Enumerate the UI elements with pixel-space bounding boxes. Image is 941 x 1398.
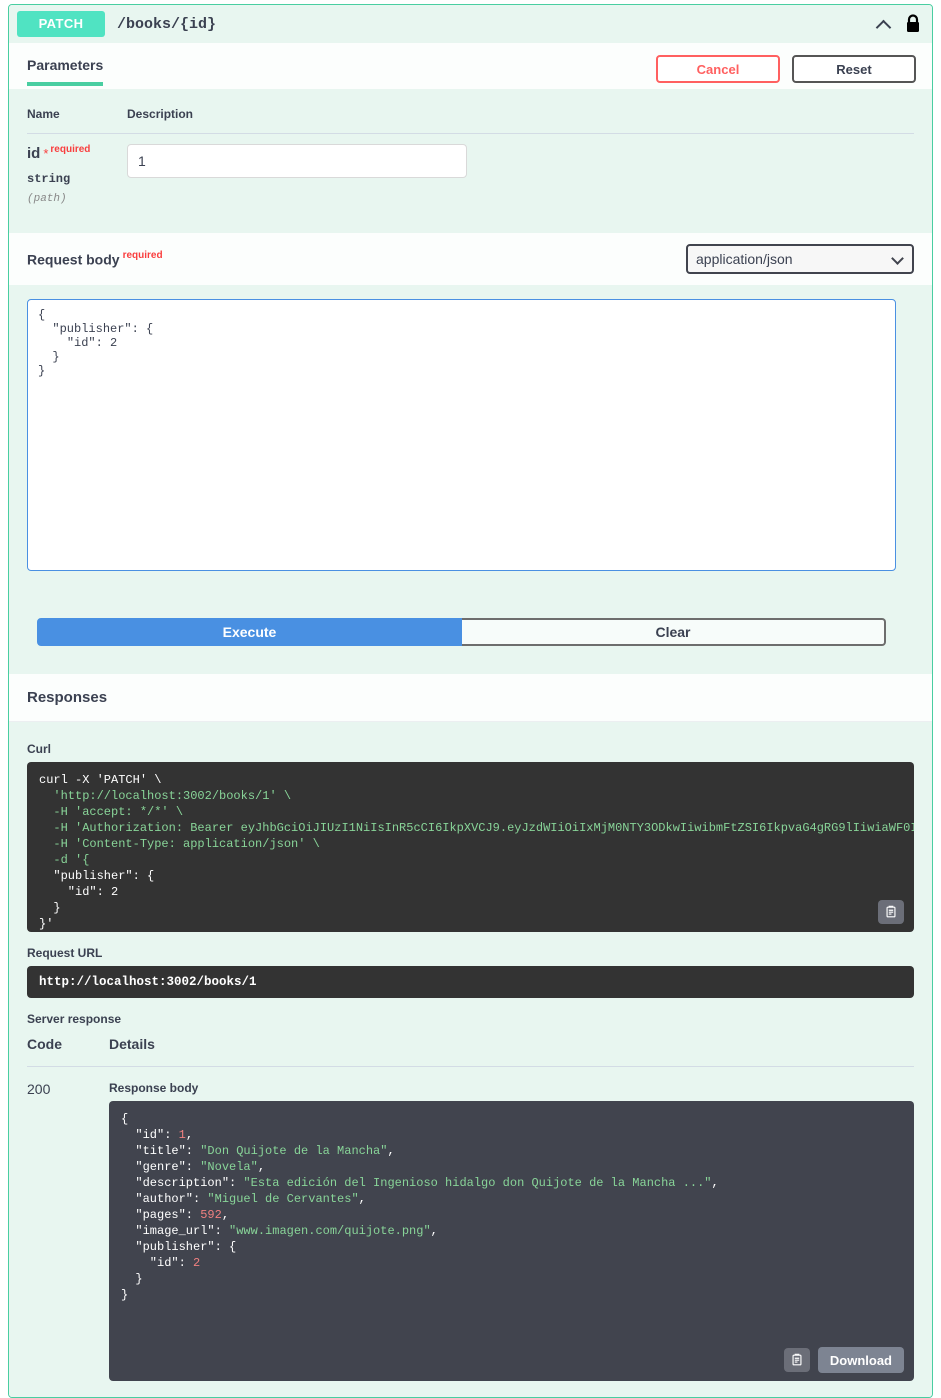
table-row: id * required string (path): [27, 134, 914, 224]
column-header-details: Details: [109, 1036, 914, 1068]
response-body-line: {: [121, 1112, 129, 1127]
response-actions: Download: [783, 1347, 904, 1374]
execute-row: Execute Clear: [9, 576, 932, 675]
required-label: required: [50, 144, 91, 155]
curl-code-block: curl -X 'PATCH' \ 'http://localhost:3002…: [27, 762, 914, 933]
parameter-location: (path): [27, 193, 67, 206]
response-body-line: "publisher": {: [121, 1240, 237, 1255]
clear-button[interactable]: Clear: [462, 618, 886, 647]
http-method-badge: PATCH: [17, 11, 105, 37]
curl-line: -H 'Authorization: Bearer eyJhbGciOiJIUz…: [53, 821, 914, 836]
server-response-table: Code Details 200 Response body { "id": 1…: [27, 1036, 914, 1382]
response-body-line: }: [121, 1288, 129, 1303]
column-header-code: Code: [27, 1036, 109, 1068]
tab-parameters[interactable]: Parameters: [27, 57, 104, 86]
lock-icon[interactable]: [904, 13, 922, 35]
reset-button[interactable]: Reset: [792, 55, 916, 83]
responses-title-bar: Responses: [9, 674, 932, 723]
curl-line: "publisher": {: [39, 869, 155, 884]
curl-line: "id": 2: [39, 885, 119, 900]
curl-label: Curl: [27, 742, 51, 757]
responses-title: Responses: [27, 689, 108, 707]
header-buttons: Cancel Reset: [656, 55, 916, 83]
operation-path: /books/{id}: [117, 15, 217, 33]
parameter-name-cell: id * required string (path): [27, 134, 127, 224]
parameters-header-row: Name Description: [27, 107, 914, 134]
copy-response-button[interactable]: [783, 1348, 810, 1373]
curl-line: }: [39, 901, 61, 916]
parameter-type: string: [27, 172, 71, 187]
curl-line: -H 'accept: */*' \: [39, 805, 184, 820]
response-body-label: Response body: [109, 1081, 199, 1096]
response-body-line: "id": 2: [121, 1256, 201, 1271]
request-body-bar: Request body required application/json: [9, 233, 932, 286]
download-button[interactable]: Download: [817, 1347, 904, 1374]
request-body-required-label: required: [122, 249, 163, 261]
response-body-line: "description": "Esta edición del Ingenio…: [121, 1176, 719, 1191]
operation-summary-header[interactable]: PATCH /books/{id}: [9, 5, 932, 43]
status-code: 200: [27, 1081, 51, 1098]
column-header-description: Description: [127, 107, 914, 134]
parameter-name: id: [27, 145, 41, 163]
request-url-value: http://localhost:3002/books/1: [27, 966, 914, 999]
parameters-section: Name Description id * required string (pat…: [9, 89, 932, 234]
response-body-line: "author": "Miguel de Cervantes",: [121, 1192, 366, 1207]
curl-line: -d '{: [39, 853, 90, 868]
response-details-cell: Response body { "id": 1, "title": "Don Q…: [109, 1067, 914, 1382]
responses-body: Curl curl -X 'PATCH' \ 'http://localhost…: [9, 722, 932, 1398]
response-body-line: "image_url": "www.imagen.com/quijote.png…: [121, 1224, 438, 1239]
execute-button[interactable]: Execute: [37, 618, 462, 647]
request-body-label-group: Request body required: [27, 250, 163, 269]
curl-line: 'http://localhost:3002/books/1' \: [39, 789, 292, 804]
parameter-id-input[interactable]: [127, 144, 467, 178]
required-star: *: [43, 146, 49, 162]
server-response-label: Server response: [27, 1012, 122, 1027]
response-body-line: "title": "Don Quijote de la Mancha",: [121, 1144, 395, 1159]
chevron-up-icon[interactable]: [874, 13, 896, 35]
column-header-name: Name: [27, 107, 127, 134]
response-code-cell: 200: [27, 1067, 109, 1382]
operation-tab-row: Parameters Cancel Reset: [9, 43, 932, 89]
response-header-row: Code Details: [27, 1036, 914, 1068]
operation-block-patch-books-id: PATCH /books/{id} Parameters Cancel Rese…: [8, 4, 933, 1398]
cancel-button[interactable]: Cancel: [656, 55, 780, 83]
content-type-select-wrap: application/json: [686, 244, 914, 275]
response-body-line: }: [121, 1272, 143, 1287]
request-body-label: Request body: [27, 250, 120, 267]
copy-curl-button[interactable]: [878, 900, 904, 925]
parameter-value-cell: [127, 134, 914, 224]
parameters-table: Name Description id * required string (pat…: [27, 107, 914, 223]
request-body-editor-area: { "publisher": { "id": 2 } }: [9, 285, 932, 577]
response-body-line: "id": 1,: [121, 1128, 194, 1143]
response-body-line: "genre": "Novela",: [121, 1160, 266, 1175]
curl-line: curl -X 'PATCH' \: [39, 773, 162, 788]
table-row: 200 Response body { "id": 1, "title": "D…: [27, 1067, 914, 1382]
response-body-line: "pages": 592,: [121, 1208, 230, 1223]
content-type-select[interactable]: application/json: [686, 244, 914, 275]
request-body-textarea[interactable]: { "publisher": { "id": 2 } }: [27, 299, 896, 572]
curl-line: -H 'Content-Type: application/json' \: [39, 837, 320, 852]
response-body-code-block: { "id": 1, "title": "Don Quijote de la M…: [109, 1101, 914, 1382]
curl-line: }': [39, 917, 54, 932]
request-url-label: Request URL: [27, 946, 103, 961]
